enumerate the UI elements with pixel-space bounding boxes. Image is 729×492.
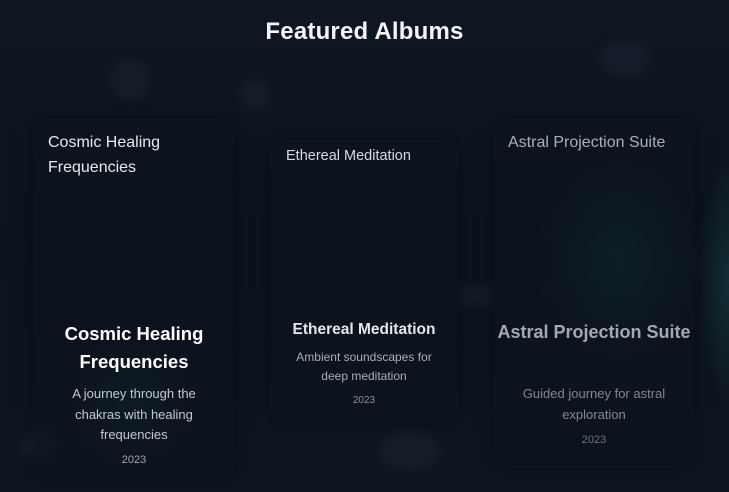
album-title[interactable]: Cosmic Healing Frequencies — [34, 320, 234, 376]
album-title[interactable]: Astral Projection Suite — [494, 318, 694, 347]
album-card[interactable]: Astral Projection Suite Astral Projectio… — [494, 118, 694, 468]
album-card[interactable]: Ethereal Meditation Ethereal Meditation … — [270, 140, 458, 422]
album-description: A journey through the chakras with heali… — [72, 386, 196, 442]
album-title[interactable]: Ethereal Meditation — [270, 318, 458, 342]
album-year: 2023 — [352, 395, 376, 406]
album-year: 2023 — [121, 454, 147, 466]
section-heading: Featured Albums — [265, 18, 464, 45]
album-cover-title: Astral Projection Suite — [508, 134, 666, 151]
background-blur-dot — [240, 80, 270, 110]
background-blur-dot — [110, 60, 150, 100]
background-blur-dot — [380, 430, 440, 470]
album-card[interactable]: Cosmic Healing Frequencies Cosmic Healin… — [34, 118, 234, 480]
featured-albums-page: Featured Albums Cosmic Healing Frequenci… — [0, 0, 729, 492]
album-year: 2023 — [581, 434, 607, 446]
album-description: Ambient soundscapes for deep meditation — [296, 350, 432, 383]
album-cover-title: Ethereal Meditation — [286, 148, 411, 164]
album-cover-title: Cosmic Healing Frequencies — [48, 134, 161, 176]
album-description: Guided journey for astral exploration — [522, 386, 666, 422]
